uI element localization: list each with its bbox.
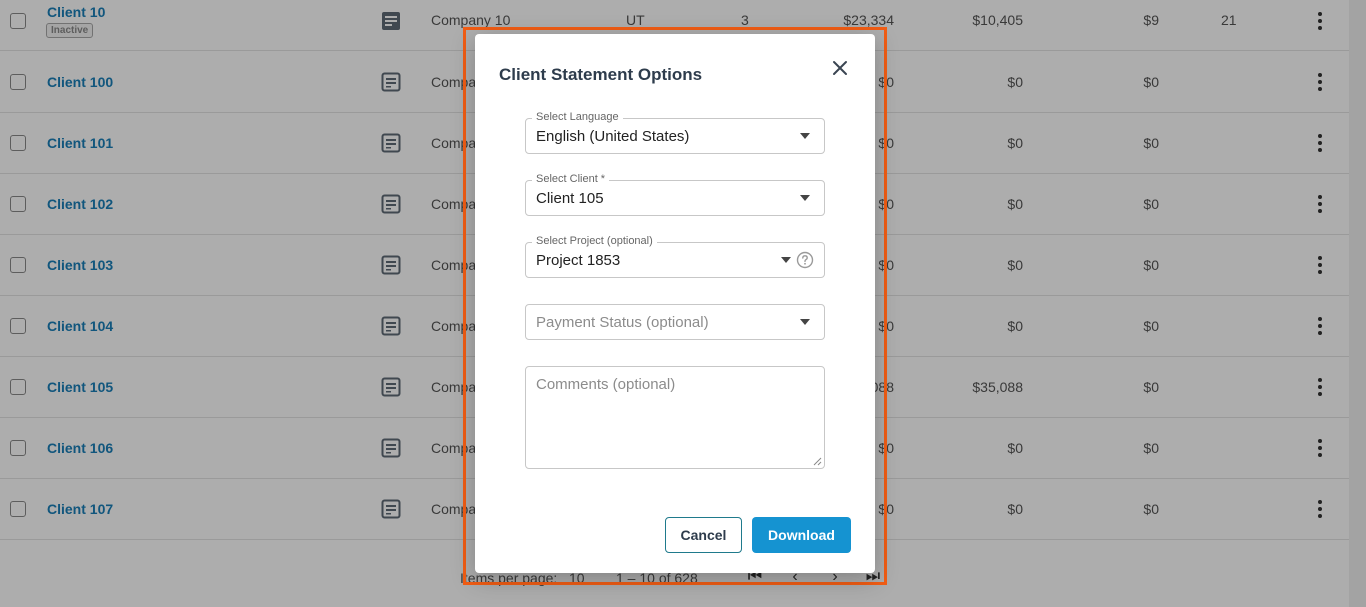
client-value: Client 105 (536, 190, 604, 207)
help-circle-icon[interactable] (796, 251, 814, 269)
download-button[interactable]: Download (752, 517, 851, 553)
project-select[interactable]: Select Project (optional) Project 1853 (525, 235, 825, 278)
caret-down-icon (781, 257, 791, 263)
comments-placeholder: Comments (optional) (536, 376, 676, 393)
close-icon[interactable] (830, 58, 850, 78)
comments-textarea[interactable]: Comments (optional) (525, 366, 825, 469)
client-statement-dialog: Client Statement Options Select Language… (475, 34, 875, 573)
payment-status-select[interactable]: Payment Status (optional) (525, 304, 825, 340)
caret-down-icon (800, 195, 810, 201)
project-label: Select Project (optional) (532, 235, 657, 247)
resize-handle-icon[interactable] (812, 456, 822, 466)
dialog-title: Client Statement Options (499, 65, 703, 84)
project-value: Project 1853 (536, 252, 621, 269)
payment-status-placeholder: Payment Status (optional) (536, 314, 709, 331)
client-label: Select Client * (532, 173, 610, 185)
language-value: English (United States) (536, 128, 690, 145)
caret-down-icon (800, 133, 810, 139)
client-select[interactable]: Select Client * Client 105 (525, 173, 825, 216)
caret-down-icon (800, 319, 810, 325)
language-label: Select Language (532, 111, 623, 123)
cancel-button[interactable]: Cancel (665, 517, 742, 553)
language-select[interactable]: Select Language English (United States) (525, 111, 825, 154)
